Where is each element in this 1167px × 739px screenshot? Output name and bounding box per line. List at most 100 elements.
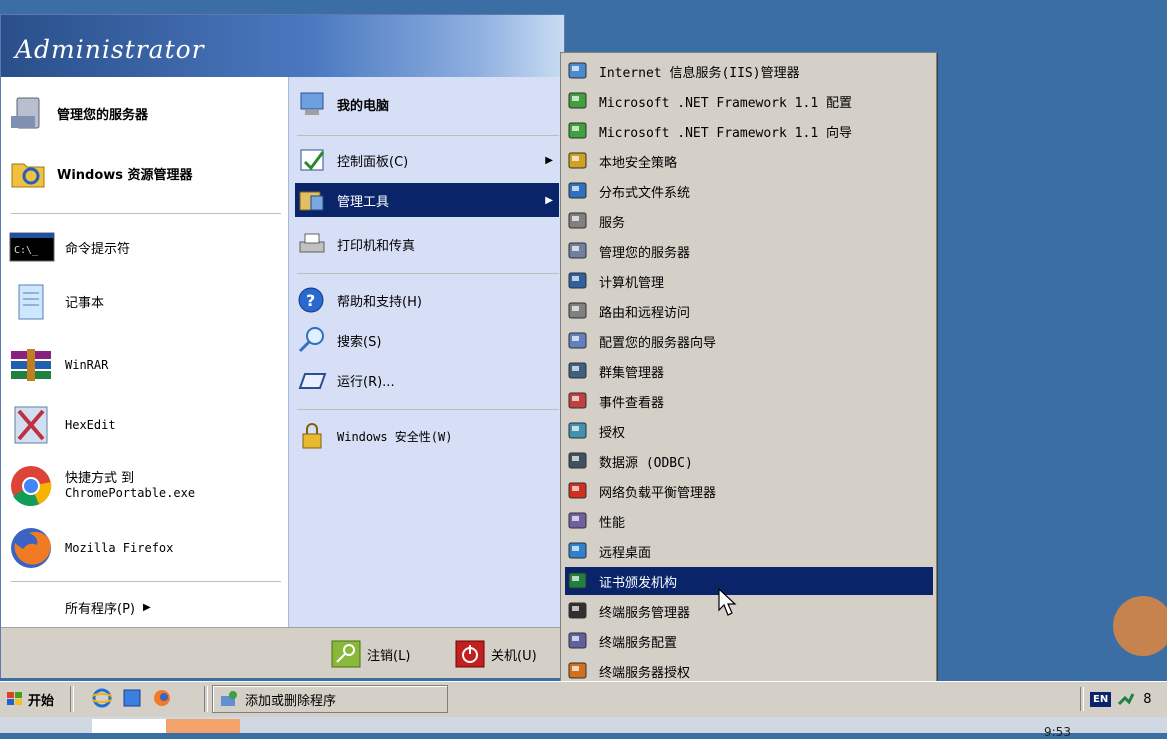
submenu-item[interactable]: 分布式文件系统 [565, 177, 933, 205]
control-panel-item[interactable]: 控制面板(C) ▶ [297, 143, 559, 177]
power-icon [455, 640, 485, 668]
submenu-item-label: 配置您的服务器向导 [599, 335, 717, 351]
help-icon: ? [297, 286, 327, 314]
right-item-label: 打印机和传真 [337, 238, 416, 254]
control-panel-icon [297, 146, 327, 174]
taskbar: 开始 添加或删除程序 EN 8 [0, 681, 1167, 718]
language-indicator[interactable]: EN [1090, 691, 1112, 707]
admin-tool-icon [567, 241, 589, 261]
submenu-item[interactable]: 远程桌面 [565, 537, 933, 565]
submenu-item[interactable]: 证书颁发机构 [565, 567, 933, 595]
submenu-item-label: 网络负载平衡管理器 [599, 485, 717, 501]
admin-tool-icon [567, 511, 589, 531]
separator [11, 213, 281, 214]
left-pane: 管理您的服务器 Windows 资源管理器 C:\_ 命令提示符 记事本 Win… [1, 77, 288, 627]
network-icon[interactable] [1117, 690, 1135, 708]
admin-tool-icon [567, 151, 589, 171]
pinned-manage-server[interactable]: 管理您的服务器 [9, 91, 281, 135]
admin-tool-icon [567, 271, 589, 291]
submenu-item[interactable]: 管理您的服务器 [565, 237, 933, 265]
run-item[interactable]: 运行(R)... [297, 363, 559, 397]
taskbar-separator [204, 686, 208, 712]
help-support-item[interactable]: ? 帮助和支持(H) [297, 283, 559, 317]
submenu-item[interactable]: 网络负载平衡管理器 [565, 477, 933, 505]
printers-item[interactable]: 打印机和传真 [297, 227, 559, 261]
frequent-label: WinRAR [65, 358, 109, 372]
svg-text:C:\_: C:\_ [14, 245, 39, 256]
firefox-icon[interactable] [152, 688, 172, 708]
help-circle-icon[interactable] [1113, 596, 1167, 656]
task-label: 添加或删除程序 [245, 693, 337, 709]
separator [297, 273, 559, 274]
frequent-notepad[interactable]: 记事本 [9, 279, 281, 323]
frequent-chrome[interactable]: 快捷方式 到 ChromePortable.exe [9, 461, 281, 511]
tray-clock-fragment: 8 [1143, 691, 1152, 707]
submenu-item-label: 事件查看器 [599, 395, 665, 411]
taskbar-separator [70, 686, 74, 712]
submenu-item-label: Internet 信息服务(IIS)管理器 [599, 65, 800, 81]
system-tray: EN 8 [1080, 686, 1151, 712]
search-item[interactable]: 搜索(S) [297, 323, 559, 357]
windows-logo-icon [6, 691, 24, 707]
submenu-item[interactable]: 终端服务管理器 [565, 597, 933, 625]
pinned-explorer[interactable]: Windows 资源管理器 [9, 151, 281, 195]
submenu-item-label: 性能 [599, 515, 626, 531]
admin-tools-item[interactable]: 管理工具 ▶ [295, 183, 559, 217]
arrow-right-icon: ▶ [545, 194, 553, 206]
chrome-icon [9, 464, 55, 508]
right-item-label: 搜索(S) [337, 334, 382, 350]
submenu-item[interactable]: Microsoft .NET Framework 1.1 配置 [565, 87, 933, 115]
separator [297, 409, 559, 410]
submenu-item[interactable]: Internet 信息服务(IIS)管理器 [565, 57, 933, 85]
submenu-item[interactable]: 本地安全策略 [565, 147, 933, 175]
start-button[interactable]: 开始 [2, 686, 58, 712]
desktop-icon[interactable] [122, 688, 142, 708]
logoff-button[interactable]: 注销(L) [331, 640, 410, 668]
admin-tools-icon [297, 186, 327, 214]
frequent-cmd[interactable]: C:\_ 命令提示符 [9, 227, 281, 267]
ie-icon[interactable] [92, 688, 112, 708]
bottom-clock: 9:53 [1044, 725, 1071, 739]
strip-tab [92, 719, 166, 733]
user-name: Administrator [15, 35, 205, 64]
cmd-icon: C:\_ [9, 232, 55, 262]
submenu-item-label: Microsoft .NET Framework 1.1 配置 [599, 95, 852, 111]
admin-tool-icon [567, 181, 589, 201]
submenu-item-label: 终端服务器授权 [599, 665, 691, 681]
my-computer-item[interactable]: 我的电脑 [297, 87, 559, 121]
task-add-remove-programs[interactable]: 添加或删除程序 [212, 685, 448, 713]
shutdown-button[interactable]: 关机(U) [455, 640, 537, 668]
admin-tool-icon [567, 61, 589, 81]
hexedit-icon [9, 403, 55, 447]
submenu-item[interactable]: 数据源 (ODBC) [565, 447, 933, 475]
submenu-item[interactable]: 授权 [565, 417, 933, 445]
frequent-hexedit[interactable]: HexEdit [9, 401, 281, 449]
submenu-item[interactable]: 事件查看器 [565, 387, 933, 415]
submenu-item[interactable]: Microsoft .NET Framework 1.1 向导 [565, 117, 933, 145]
admin-tool-icon [567, 361, 589, 381]
submenu-item-label: 终端服务管理器 [599, 605, 691, 621]
start-menu: Administrator 管理您的服务器 Windows 资源管理器 C:\_… [0, 14, 565, 678]
submenu-item[interactable]: 计算机管理 [565, 267, 933, 295]
arrow-right-icon: ▶ [142, 601, 151, 613]
frequent-firefox[interactable]: Mozilla Firefox [9, 523, 281, 573]
mouse-cursor-icon [718, 587, 742, 622]
submenu-item[interactable]: 性能 [565, 507, 933, 535]
all-programs-label: 所有程序(P) [65, 601, 135, 617]
right-item-label: 控制面板(C) [337, 154, 409, 170]
submenu-item[interactable]: 群集管理器 [565, 357, 933, 385]
admin-tool-icon [567, 421, 589, 441]
submenu-item-label: 数据源 (ODBC) [599, 455, 693, 471]
arrow-right-icon: ▶ [545, 154, 553, 166]
submenu-item[interactable]: 服务 [565, 207, 933, 235]
all-programs-button[interactable]: 所有程序(P) ▶ [1, 592, 288, 622]
submenu-item[interactable]: 终端服务配置 [565, 627, 933, 655]
windows-security-item[interactable]: Windows 安全性(W) [297, 419, 559, 453]
submenu-item[interactable]: 路由和远程访问 [565, 297, 933, 325]
submenu-item-label: 授权 [599, 425, 626, 441]
tray-separator [1080, 687, 1084, 711]
start-menu-footer: 注销(L) 关机(U) [1, 627, 564, 678]
server-icon [9, 94, 47, 132]
frequent-winrar[interactable]: WinRAR [9, 343, 281, 387]
submenu-item[interactable]: 配置您的服务器向导 [565, 327, 933, 355]
